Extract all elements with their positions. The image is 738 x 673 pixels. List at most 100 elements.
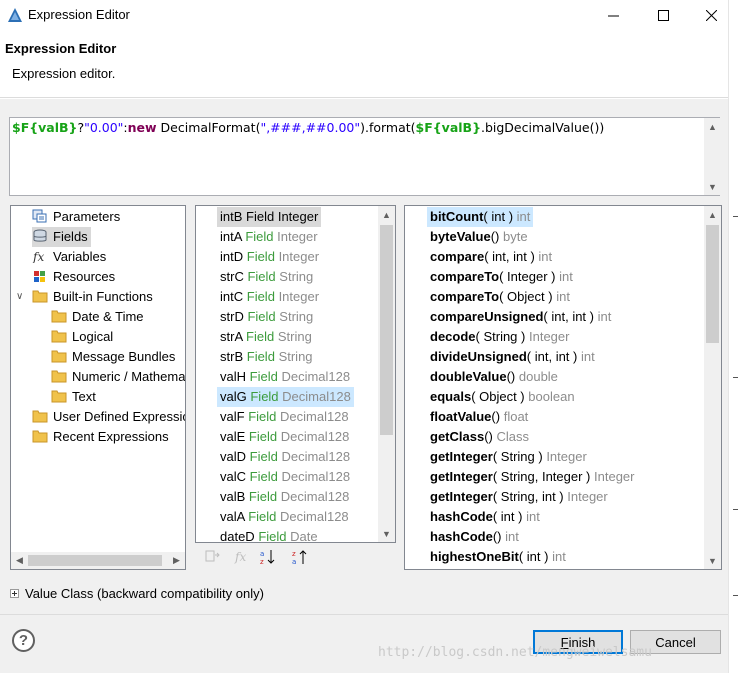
object-list-item[interactable]: intD Field Integer (217, 247, 322, 267)
function-list-item[interactable]: highestOneBit( int ) int (427, 547, 569, 567)
object-name: strB (220, 349, 244, 364)
function-list-item[interactable]: hashCode( int ) int (427, 507, 543, 527)
object-list-item[interactable]: strD Field String (217, 307, 316, 327)
category-item[interactable]: Fields (32, 227, 91, 247)
function-list-item[interactable]: doubleValue() double (427, 367, 561, 387)
object-kind: Field (247, 269, 276, 284)
scroll-thumb[interactable] (380, 225, 393, 435)
scroll-up-icon[interactable]: ▲ (378, 206, 395, 223)
function-list-item[interactable]: compareTo( Integer ) int (427, 267, 576, 287)
function-return-type: int (552, 549, 566, 564)
category-tree[interactable]: Parameters Fields fx Variables Resources Buil… (10, 205, 186, 570)
folder-icon (32, 290, 48, 303)
function-list-item[interactable]: bitCount( int ) int (427, 207, 534, 227)
background-mark (733, 216, 738, 217)
function-list-item[interactable]: getInteger( String, Integer ) Integer (427, 467, 638, 487)
function-list-item[interactable]: equals( Object ) boolean (427, 387, 578, 407)
object-list-item[interactable]: dateD Field Date (217, 527, 321, 543)
function-list-item[interactable]: compare( int, int ) int (427, 247, 555, 267)
functions-list[interactable]: bitCount( int ) int byteValue() byte compa… (404, 205, 722, 570)
object-type: Date (290, 529, 318, 543)
category-item[interactable]: fx Variables (32, 247, 106, 267)
category-item[interactable]: Resources (32, 267, 115, 287)
object-list-item[interactable]: valD Field Decimal128 (217, 447, 353, 467)
function-list-item[interactable]: floatValue() float (427, 407, 531, 427)
maximize-button[interactable] (640, 0, 686, 30)
category-item[interactable]: Message Bundles (51, 347, 175, 367)
object-list-item[interactable]: strA Field String (217, 327, 315, 347)
object-list-item[interactable]: intB Field Integer (217, 207, 322, 227)
scroll-left-icon[interactable]: ◀ (11, 552, 28, 569)
expression-scrollbar[interactable]: ▲ ▼ (704, 118, 720, 195)
category-item[interactable]: Built-in Functions (32, 287, 153, 307)
function-args: ( int, int ) (484, 249, 535, 264)
function-list-item[interactable]: hashCode() int (427, 527, 522, 547)
sort-descending-icon[interactable]: z a (291, 548, 309, 566)
objects-scrollbar[interactable]: ▲ ▼ (378, 206, 395, 542)
function-list-item[interactable]: divideUnsigned( int, int ) int (427, 347, 598, 367)
object-kind: Field (246, 249, 275, 264)
expression-text-area[interactable]: $F{valB}?"0.00":new DecimalFormat(",###,… (9, 117, 720, 196)
function-icon[interactable]: fx (233, 548, 251, 566)
parameters-icon (32, 209, 47, 223)
category-item[interactable]: Parameters (32, 207, 120, 227)
function-return-type: int (526, 509, 540, 524)
value-class-expander[interactable] (10, 589, 19, 598)
expression-code[interactable]: $F{valB}?"0.00":new DecimalFormat(",###,… (12, 120, 604, 135)
scroll-right-icon[interactable]: ▶ (168, 552, 185, 569)
scroll-up-icon[interactable]: ▲ (704, 118, 721, 135)
object-list-item[interactable]: valB Field Decimal128 (217, 487, 352, 507)
object-list-item[interactable]: valE Field Decimal128 (217, 427, 352, 447)
function-list-item[interactable]: getClass() Class (427, 427, 532, 447)
category-item[interactable]: User Defined Expressions (32, 407, 185, 427)
category-item[interactable]: Logical (51, 327, 113, 347)
help-icon[interactable]: ? (12, 629, 35, 652)
scroll-down-icon[interactable]: ▼ (378, 525, 395, 542)
object-list-item[interactable]: valC Field Decimal128 (217, 467, 353, 487)
function-list-item[interactable]: getInteger( String ) Integer (427, 447, 590, 467)
category-item[interactable]: Recent Expressions (32, 427, 169, 447)
functions-scrollbar[interactable]: ▲ ▼ (704, 206, 721, 569)
fields-icon (33, 229, 47, 242)
function-list-item[interactable]: decode( String ) Integer (427, 327, 572, 347)
minimize-icon (607, 15, 619, 16)
scroll-down-icon[interactable]: ▼ (704, 552, 721, 569)
category-hscrollbar[interactable]: ◀ ▶ (11, 552, 185, 569)
object-list-item[interactable]: valA Field Decimal128 (217, 507, 352, 527)
object-list-item[interactable]: intC Field Integer (217, 287, 322, 307)
insert-icon[interactable] (203, 548, 221, 566)
object-kind: Field (248, 409, 277, 424)
object-list-item[interactable]: intA Field Integer (217, 227, 321, 247)
minimize-button[interactable] (590, 0, 636, 30)
object-type: String (278, 349, 313, 364)
expression-token: new (127, 120, 157, 135)
category-item-label: User Defined Expressions (53, 409, 185, 424)
function-list-item[interactable]: getInteger( String, int ) Integer (427, 487, 611, 507)
object-list-item[interactable]: strC Field String (217, 267, 316, 287)
object-list-item[interactable]: strB Field String (217, 347, 316, 367)
category-item[interactable]: Date & Time (51, 307, 144, 327)
variables-icon: fx (32, 250, 44, 263)
sort-ascending-icon[interactable]: a z (259, 548, 277, 566)
scroll-up-icon[interactable]: ▲ (704, 206, 721, 223)
object-name: valF (220, 409, 245, 424)
function-list-item[interactable]: compareTo( Object ) int (427, 287, 573, 307)
scroll-down-icon[interactable]: ▼ (704, 178, 721, 195)
scroll-thumb[interactable] (706, 225, 719, 343)
function-list-item[interactable]: byteValue() byte (427, 227, 531, 247)
chevron-down-icon[interactable]: ∨ (16, 287, 23, 307)
object-list-item[interactable]: valH Field Decimal128 (217, 367, 353, 387)
maximize-icon (657, 9, 669, 21)
value-class-label[interactable]: Value Class (backward compatibility only… (25, 586, 264, 601)
object-list-item[interactable]: valG Field Decimal128 (217, 387, 354, 407)
objects-list[interactable]: intB Field Integer intA Field Integer intD… (195, 205, 396, 543)
scroll-thumb[interactable] (28, 555, 162, 566)
object-list-item[interactable]: valF Field Decimal128 (217, 407, 352, 427)
function-list-item[interactable]: compareUnsigned( int, int ) int (427, 307, 614, 327)
expression-token: ",###,##0.00" (260, 120, 361, 135)
function-name: bitCount (430, 209, 484, 224)
category-item[interactable]: Numeric / Mathematical (51, 367, 185, 387)
header-title: Expression Editor (5, 41, 117, 56)
category-item-label: Text (72, 389, 96, 404)
category-item[interactable]: Text (51, 387, 96, 407)
